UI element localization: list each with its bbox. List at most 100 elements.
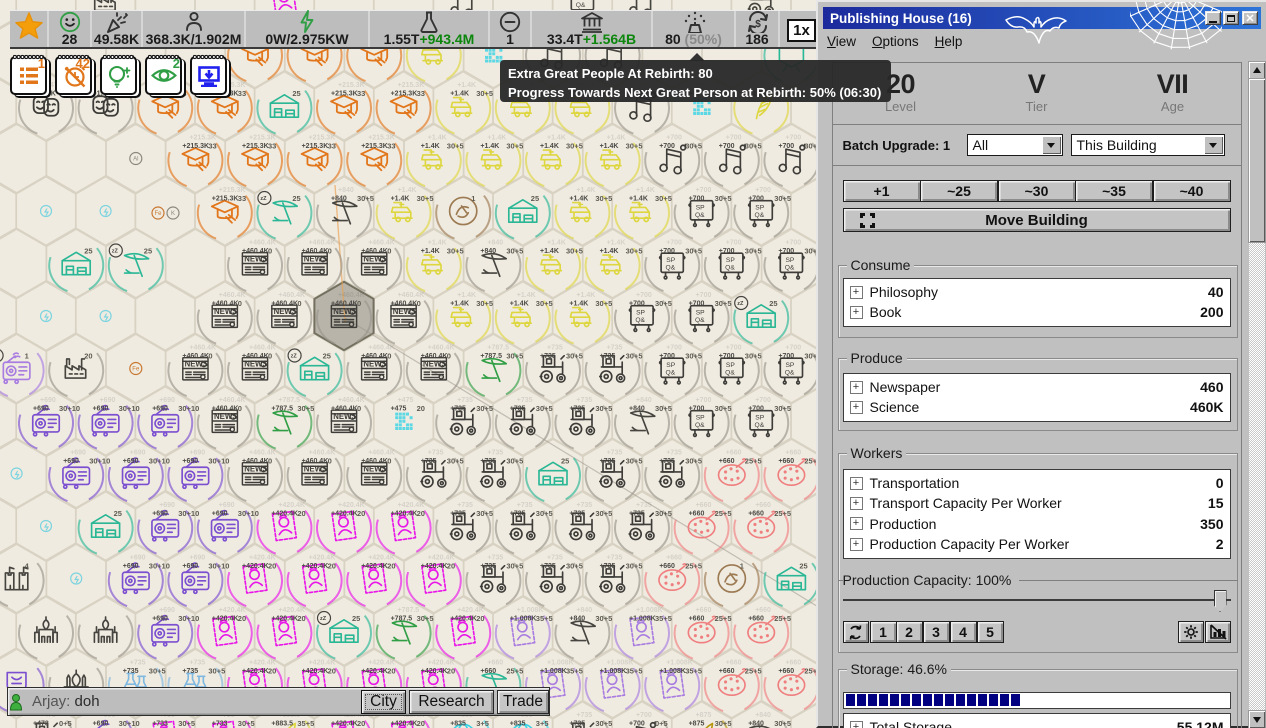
svg-text:+215.3K: +215.3K: [212, 196, 239, 203]
svg-text:30+10: 30+10: [59, 404, 80, 413]
svg-text:0: 0: [208, 352, 212, 361]
svg-text:+735: +735: [450, 511, 466, 518]
svg-text:0: 0: [387, 457, 391, 466]
svg-text:30+5: 30+5: [685, 142, 702, 151]
svg-text:33: 33: [387, 142, 395, 151]
svg-text:NEWS: NEWS: [214, 412, 237, 421]
svg-text:25: 25: [323, 352, 331, 361]
svg-text:+787.5: +787.5: [391, 616, 413, 623]
svg-text:SP: SP: [666, 257, 675, 264]
svg-text:3+5: 3+5: [476, 719, 489, 728]
svg-text:25: 25: [144, 247, 152, 256]
svg-text:30+5: 30+5: [297, 404, 314, 413]
svg-text:+215.3K: +215.3K: [391, 91, 418, 98]
svg-text:+1.4K: +1.4K: [600, 248, 619, 255]
svg-text:30+10: 30+10: [119, 719, 140, 728]
svg-text:+1.4K: +1.4K: [428, 240, 447, 247]
svg-text:+690: +690: [159, 502, 175, 509]
svg-text:+460.4K: +460.4K: [361, 353, 388, 360]
svg-text:30+5: 30+5: [506, 562, 523, 571]
svg-text:30+5: 30+5: [417, 194, 434, 203]
svg-text:+735: +735: [123, 668, 139, 675]
svg-text:Q&: Q&: [785, 264, 795, 271]
svg-text:30+5: 30+5: [626, 457, 643, 466]
svg-text:+420.4K: +420.4K: [331, 721, 358, 728]
svg-text:+460.4K: +460.4K: [249, 450, 276, 457]
svg-text:SP: SP: [755, 205, 764, 212]
svg-text:+460.4K: +460.4K: [338, 397, 365, 404]
svg-text:20: 20: [447, 562, 455, 571]
svg-text:0: 0: [238, 404, 242, 413]
svg-text:30+5: 30+5: [178, 719, 195, 728]
svg-text:30+5: 30+5: [745, 247, 762, 256]
svg-text:33: 33: [328, 142, 336, 151]
svg-text:35+5: 35+5: [536, 614, 553, 623]
svg-text:25+5: 25+5: [715, 614, 732, 623]
svg-text:30+5: 30+5: [626, 142, 643, 151]
svg-text:+215.3K: +215.3K: [182, 143, 209, 150]
svg-text:30+5: 30+5: [595, 404, 612, 413]
svg-text:30+10: 30+10: [178, 509, 199, 518]
svg-text:30+5: 30+5: [655, 404, 672, 413]
svg-text:+690: +690: [152, 616, 168, 623]
svg-text:+1.4K: +1.4K: [607, 240, 626, 247]
svg-text:NEWS: NEWS: [244, 360, 267, 369]
svg-text:+460.4K: +460.4K: [219, 292, 246, 299]
svg-text:+215.3K: +215.3K: [338, 82, 365, 89]
svg-text:+660: +660: [726, 660, 742, 667]
svg-text:33: 33: [208, 142, 216, 151]
svg-text:30+5: 30+5: [626, 352, 643, 361]
svg-text:+460.4K: +460.4K: [391, 301, 418, 308]
svg-text:Q&: Q&: [725, 369, 735, 376]
svg-text:Q&: Q&: [755, 422, 765, 429]
svg-text:25: 25: [561, 457, 569, 466]
svg-text:+735: +735: [517, 502, 533, 509]
svg-text:+460.4K: +460.4K: [242, 248, 269, 255]
svg-text:+690: +690: [189, 555, 205, 562]
svg-text:25: 25: [531, 194, 539, 203]
svg-text:SP: SP: [666, 362, 675, 369]
svg-text:30+5: 30+5: [506, 247, 523, 256]
svg-text:+700: +700: [785, 135, 801, 142]
svg-text:+735: +735: [540, 563, 556, 570]
svg-text:30+5: 30+5: [536, 404, 553, 413]
svg-text:+690: +690: [40, 397, 56, 404]
svg-text:35+5: 35+5: [626, 667, 643, 676]
svg-text:+420.4K: +420.4K: [302, 668, 329, 675]
svg-text:+690: +690: [152, 406, 168, 413]
svg-text:+1.008K: +1.008K: [540, 668, 567, 675]
svg-text:+840: +840: [569, 616, 585, 623]
svg-text:20: 20: [387, 562, 395, 571]
svg-text:0: 0: [447, 352, 451, 361]
svg-text:+1.4K: +1.4K: [629, 196, 648, 203]
svg-text:SP: SP: [696, 310, 705, 317]
svg-text:0+5: 0+5: [655, 719, 668, 728]
svg-text:20: 20: [297, 509, 305, 518]
svg-text:NEWS: NEWS: [363, 255, 386, 264]
svg-text:1: 1: [740, 562, 744, 571]
svg-text:+735: +735: [569, 721, 585, 728]
svg-text:+460.4K: +460.4K: [249, 345, 276, 352]
svg-text:+1.008K: +1.008K: [666, 660, 693, 667]
svg-text:30+5: 30+5: [447, 247, 464, 256]
svg-text:+460.4K: +460.4K: [189, 345, 216, 352]
svg-text:+420.4K: +420.4K: [302, 563, 329, 570]
svg-text:+700: +700: [719, 248, 735, 255]
svg-text:+420.4K: +420.4K: [242, 563, 269, 570]
svg-text:+215.3K: +215.3K: [368, 135, 395, 142]
svg-text:+700: +700: [629, 301, 645, 308]
svg-text:30+5: 30+5: [476, 89, 493, 98]
svg-text:+735: +735: [607, 555, 623, 562]
svg-text:+700: +700: [696, 292, 712, 299]
svg-text:+660: +660: [696, 502, 712, 509]
svg-text:30+10: 30+10: [149, 457, 170, 466]
svg-text:+733: +733: [152, 721, 168, 728]
svg-text:+420.4K: +420.4K: [361, 668, 388, 675]
svg-text:+700: +700: [659, 248, 675, 255]
svg-text:+420.4K: +420.4K: [212, 616, 239, 623]
svg-text:30+5: 30+5: [417, 614, 434, 623]
svg-text:+420.4K: +420.4K: [278, 502, 305, 509]
svg-text:+840: +840: [629, 406, 645, 413]
svg-text:+1.4K: +1.4K: [450, 91, 469, 98]
svg-text:+735: +735: [659, 458, 675, 465]
